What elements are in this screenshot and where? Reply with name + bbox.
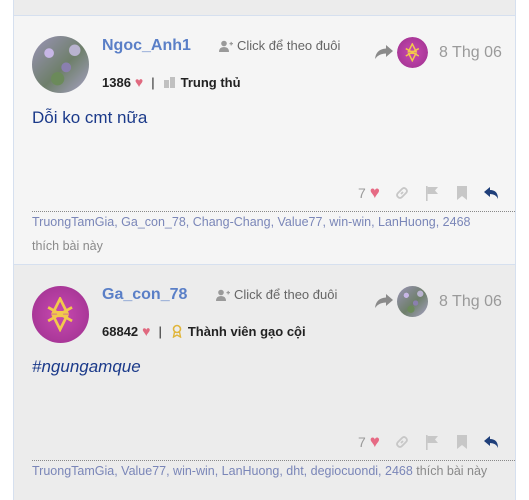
flag-icon[interactable] [424, 185, 440, 201]
post-2: Ga_con_78 Click để theo đuôi 8 Thg 06 68… [13, 265, 516, 500]
follow-label: Click để theo đuôi [237, 38, 341, 53]
points-value: 1386 [102, 74, 131, 90]
follow-label: Click để theo đuôi [234, 287, 338, 302]
bookmark-icon[interactable] [454, 434, 470, 450]
heart-icon: ♥ [142, 323, 151, 339]
heart-icon: ♥ [369, 183, 380, 202]
user-stats: 1386 ♥ | Trung thủ [102, 74, 241, 90]
follow-button[interactable]: Click để theo đuôi [219, 38, 340, 53]
heart-icon: ♥ [369, 432, 380, 451]
rank-label: Trung thủ [180, 74, 241, 90]
rank-label: Thành viên gạo cội [187, 323, 306, 339]
follow-button[interactable]: Click để theo đuôi [216, 287, 337, 302]
reply-icon[interactable] [483, 434, 500, 450]
heart-icon: ♥ [134, 74, 144, 90]
post-date[interactable]: 8 Thg 06 [439, 293, 502, 311]
reply-icon[interactable] [483, 185, 500, 201]
like-button[interactable]: 7 ♥ [358, 183, 380, 203]
user-avatar[interactable] [32, 286, 89, 343]
reply-to-icon [375, 45, 393, 59]
reply-to-icon [375, 294, 393, 308]
separator: | [151, 74, 155, 90]
add-user-icon [216, 289, 230, 301]
like-count: 7 [358, 434, 366, 450]
post-content: Dỗi ko cmt nữa [32, 108, 148, 127]
post-actions: 7 ♥ [358, 183, 500, 203]
post-1: Ngoc_Anh1 Click để theo đuôi 8 Thg 06 13… [13, 15, 516, 265]
bookmark-icon[interactable] [454, 185, 470, 201]
like-button[interactable]: 7 ♥ [358, 432, 380, 452]
post-content: #ngungamque [32, 357, 141, 376]
logo-icon [405, 43, 420, 62]
logo-icon [47, 297, 74, 332]
likers-list: TruongTamGia, Ga_con_78, Chang-Chang, Va… [32, 210, 512, 258]
username-link[interactable]: Ngoc_Anh1 [102, 37, 191, 55]
separator: | [158, 323, 162, 339]
user-avatar[interactable] [32, 36, 89, 93]
username-link[interactable]: Ga_con_78 [102, 286, 187, 304]
post-actions: 7 ♥ [358, 432, 500, 452]
likers-suffix: thích bài này [32, 239, 103, 253]
likers-names[interactable]: TruongTamGia, Ga_con_78, Chang-Chang, Va… [32, 215, 470, 229]
link-icon[interactable] [394, 185, 410, 201]
user-stats: 68842 ♥ | Thành viên gạo cội [102, 323, 306, 339]
rank-badge-icon [172, 324, 182, 338]
previous-post-tail [13, 0, 516, 15]
flag-icon[interactable] [424, 434, 440, 450]
likers-suffix: thích bài này [416, 464, 488, 478]
likers-list: TruongTamGia, Value77, win-win, LanHuong… [32, 459, 512, 483]
rank-badge-icon [163, 77, 175, 88]
link-icon[interactable] [394, 434, 410, 450]
post-date[interactable]: 8 Thg 06 [439, 44, 502, 62]
likers-names[interactable]: TruongTamGia, Value77, win-win, LanHuong… [32, 464, 413, 478]
reply-to-avatar[interactable] [397, 37, 428, 68]
like-count: 7 [358, 185, 366, 201]
add-user-icon [219, 40, 233, 52]
points-value: 68842 [102, 323, 139, 339]
reply-to-avatar[interactable] [397, 286, 428, 317]
